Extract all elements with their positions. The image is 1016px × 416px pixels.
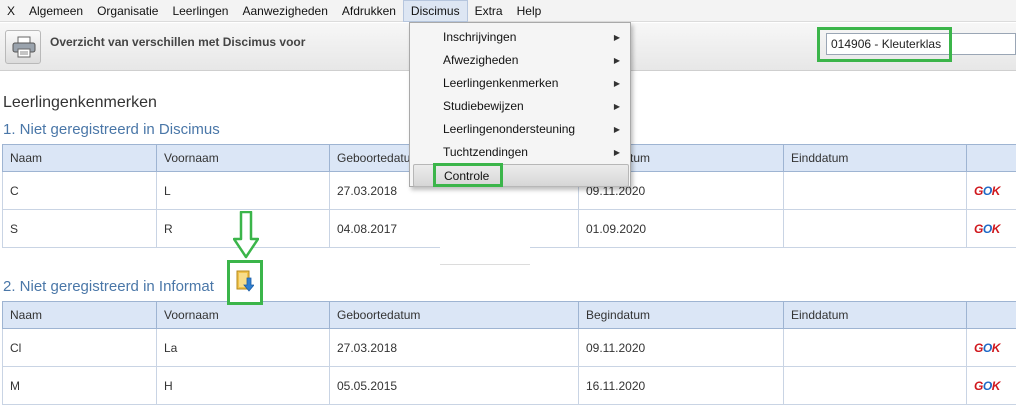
- chevron-right-icon: ▶: [613, 148, 620, 157]
- cell-geboortedatum: 04.08.2017: [329, 209, 579, 248]
- menu-help[interactable]: Help: [510, 0, 549, 22]
- cell-einddatum: [783, 366, 967, 405]
- menu-item-label: Tuchtzendingen: [443, 145, 528, 159]
- menu-item-label: Inschrijvingen: [443, 30, 517, 44]
- menu-item-label: Studiebewijzen: [443, 99, 524, 113]
- chevron-right-icon: ▶: [613, 125, 620, 134]
- divider: [440, 245, 530, 265]
- cell-begindatum: 01.09.2020: [578, 209, 784, 248]
- cell-naam: S: [2, 209, 157, 248]
- menu-item-label: Afwezigheden: [443, 53, 519, 67]
- menu-item-label: Leerlingenondersteuning: [443, 122, 576, 136]
- menu-item-afwezigheden[interactable]: Afwezigheden ▶: [410, 49, 630, 72]
- gok-logo-text: GOK: [974, 378, 1000, 393]
- printer-icon: [12, 36, 36, 58]
- menu-item-label: Leerlingenkenmerken: [443, 76, 559, 90]
- gok-logo: GOK: [966, 328, 1016, 367]
- menu-extra[interactable]: Extra: [468, 0, 510, 22]
- menu-item-inschrijvingen[interactable]: Inschrijvingen ▶: [410, 26, 630, 49]
- chevron-right-icon: ▶: [613, 56, 620, 65]
- cell-voornaam: L: [156, 171, 330, 210]
- cell-naam: C: [2, 171, 157, 210]
- cell-voornaam: La: [156, 328, 330, 367]
- cell-einddatum: [783, 209, 967, 248]
- menu-afdrukken[interactable]: Afdrukken: [335, 0, 403, 22]
- print-button[interactable]: [5, 30, 41, 64]
- menu-item-studiebewijzen[interactable]: Studiebewijzen ▶: [410, 95, 630, 118]
- table-row[interactable]: M H 05.05.2015 16.11.2020 GOK: [2, 366, 1016, 405]
- chevron-right-icon: ▶: [613, 33, 620, 42]
- cell-geboortedatum: 05.05.2015: [329, 366, 579, 405]
- gok-logo-text: GOK: [974, 221, 1000, 236]
- column-header-einddatum[interactable]: Einddatum: [783, 301, 967, 329]
- column-header-voornaam[interactable]: Voornaam: [156, 301, 330, 329]
- chevron-right-icon: ▶: [613, 79, 620, 88]
- table-row[interactable]: S R 04.08.2017 01.09.2020 GOK: [2, 209, 1016, 248]
- cell-begindatum: 16.11.2020: [578, 366, 784, 405]
- menu-leerlingen[interactable]: Leerlingen: [165, 0, 235, 22]
- column-header-naam[interactable]: Naam: [2, 301, 157, 329]
- highlight-controle: [433, 163, 503, 187]
- cell-begindatum: 09.11.2020: [578, 328, 784, 367]
- down-arrow-icon: [233, 211, 259, 259]
- gok-logo-text: GOK: [974, 183, 1000, 198]
- section2-title: 2. Niet geregistreerd in Informat: [3, 278, 214, 295]
- cell-naam: M: [2, 366, 157, 405]
- cell-einddatum: [783, 328, 967, 367]
- menu-organisatie[interactable]: Organisatie: [90, 0, 165, 22]
- column-header-kenmerk: [966, 144, 1016, 172]
- column-header-naam[interactable]: Naam: [2, 144, 157, 172]
- table-header-row: Naam Voornaam Geboortedatum Begindatum E…: [2, 301, 1016, 329]
- table-not-in-informat: Naam Voornaam Geboortedatum Begindatum E…: [2, 301, 1016, 405]
- cell-naam: Cl: [2, 328, 157, 367]
- menu-aanwezigheden[interactable]: Aanwezigheden: [235, 0, 334, 22]
- column-header-voornaam[interactable]: Voornaam: [156, 144, 330, 172]
- cell-voornaam: H: [156, 366, 330, 405]
- gok-logo-text: GOK: [974, 340, 1000, 355]
- column-header-geboortedatum[interactable]: Geboortedatum: [329, 301, 579, 329]
- menu-item-tuchtzendingen[interactable]: Tuchtzendingen ▶: [410, 141, 630, 164]
- cell-einddatum: [783, 171, 967, 210]
- menu-item-leerlingenondersteuning[interactable]: Leerlingenondersteuning ▶: [410, 118, 630, 141]
- import-folder-icon: [236, 270, 254, 292]
- menu-bar: X Algemeen Organisatie Leerlingen Aanwez…: [0, 0, 1016, 22]
- menu-close[interactable]: X: [0, 0, 22, 22]
- column-header-kenmerk: [966, 301, 1016, 329]
- gok-logo: GOK: [966, 171, 1016, 210]
- menu-discimus[interactable]: Discimus: [402, 0, 468, 22]
- import-button[interactable]: [227, 260, 263, 305]
- page-title: Leerlingenkenmerken: [3, 94, 157, 111]
- column-header-begindatum[interactable]: Begindatum: [578, 301, 784, 329]
- toolbar-title: Overzicht van verschillen met Discimus v…: [50, 35, 306, 49]
- gok-logo: GOK: [966, 209, 1016, 248]
- gok-logo: GOK: [966, 366, 1016, 405]
- table-row[interactable]: Cl La 27.03.2018 09.11.2020 GOK: [2, 328, 1016, 367]
- highlight-class-select: [817, 27, 952, 62]
- column-header-einddatum[interactable]: Einddatum: [783, 144, 967, 172]
- menu-item-leerlingenkenmerken[interactable]: Leerlingenkenmerken ▶: [410, 72, 630, 95]
- cell-geboortedatum: 27.03.2018: [329, 328, 579, 367]
- section1-title: 1. Niet geregistreerd in Discimus: [3, 121, 220, 138]
- menu-algemeen[interactable]: Algemeen: [22, 0, 90, 22]
- chevron-right-icon: ▶: [613, 102, 620, 111]
